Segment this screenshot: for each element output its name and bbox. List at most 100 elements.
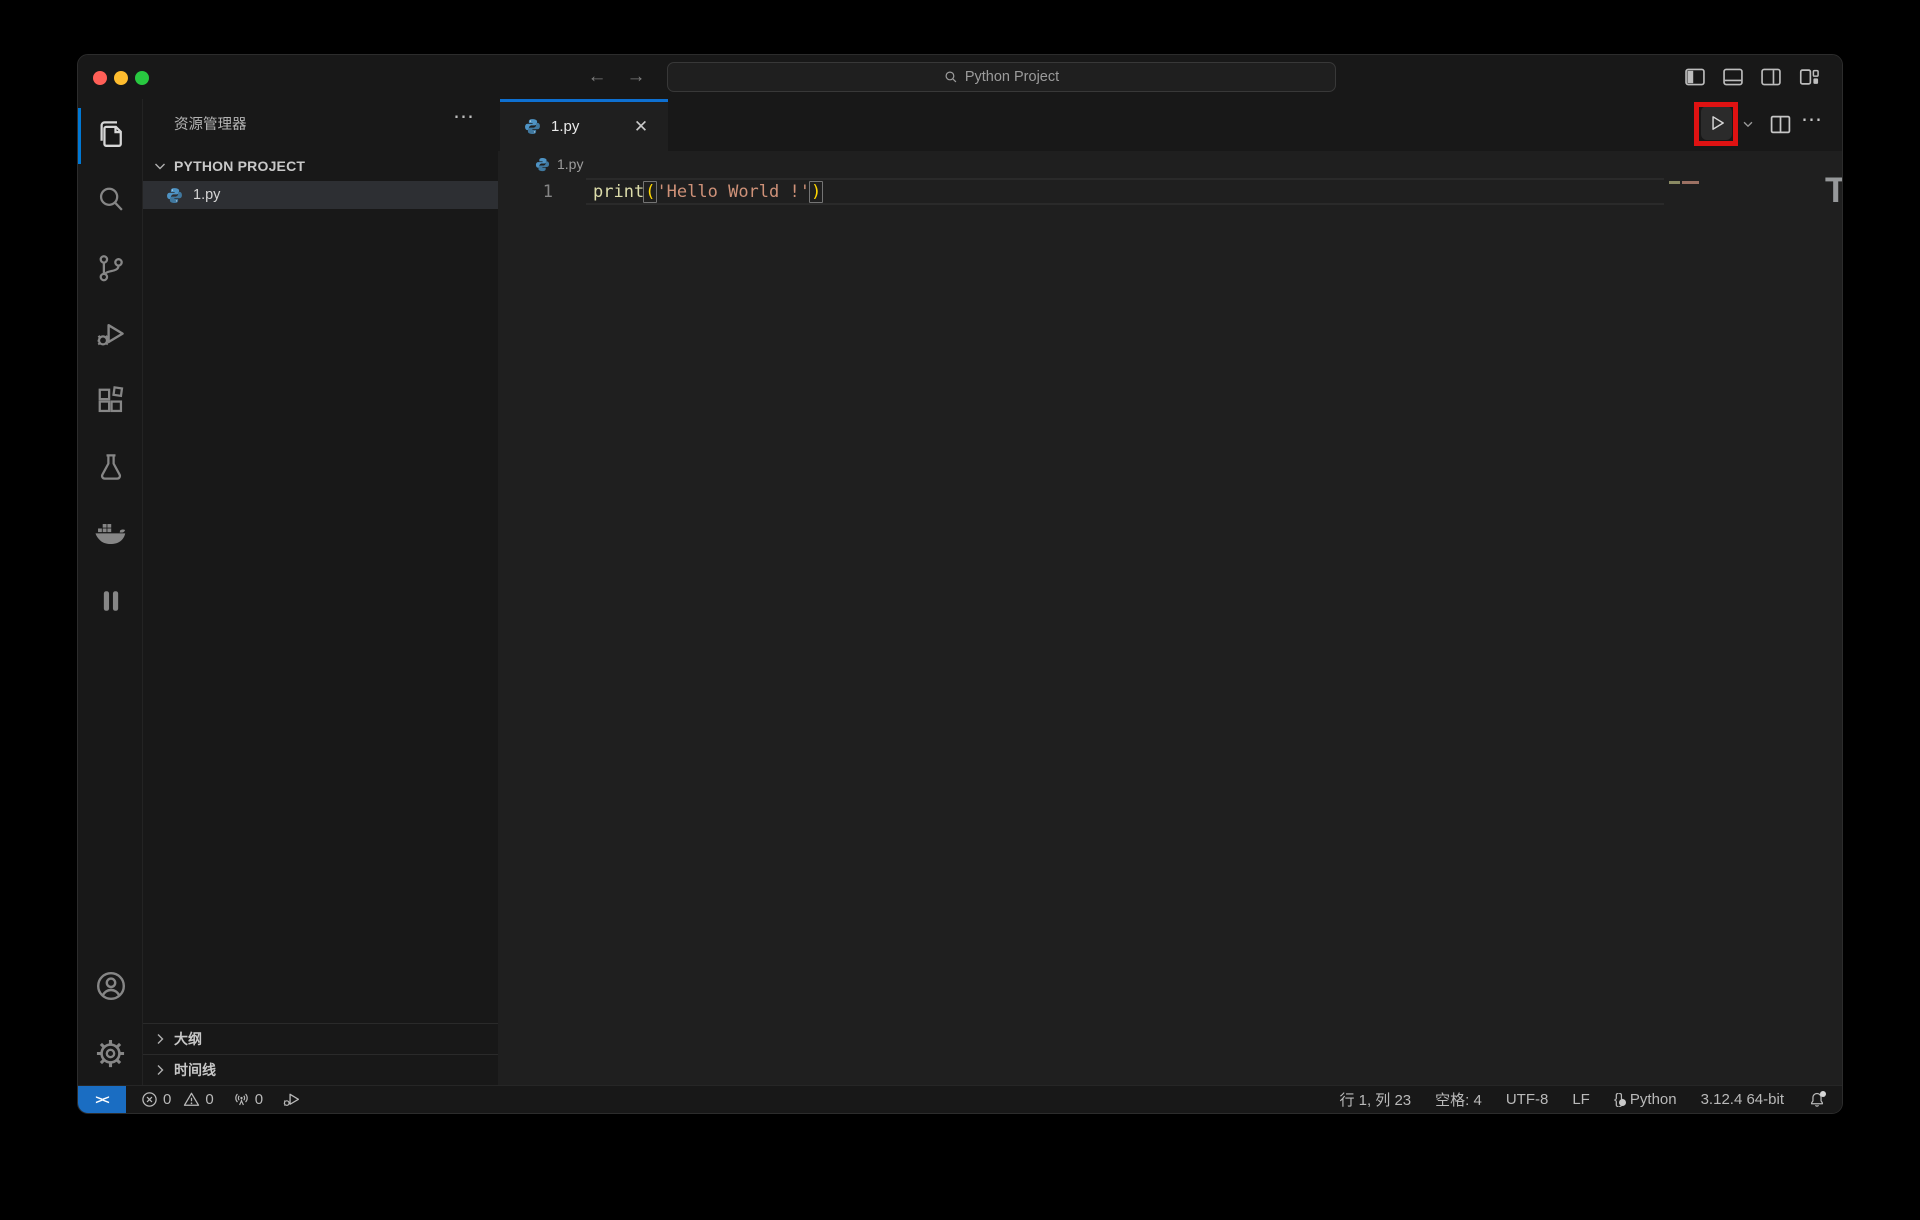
sidebar-item-source-control[interactable] [78,244,143,292]
account-icon [95,970,127,1002]
breadcrumb[interactable]: 1.py [498,151,1842,177]
code-editor[interactable]: 1 print('Hello World !') T [498,177,1842,1085]
pause-icon [98,588,124,614]
debug-indicator[interactable] [282,1090,301,1109]
minimap-code-segment [1682,181,1699,184]
search-icon [96,184,126,214]
indentation-status[interactable]: 空格: 4 [1435,1089,1482,1110]
code-text: print('Hello World !') [593,182,822,202]
tab-1py[interactable]: 1.py ✕ [500,99,668,151]
sidebar-more-actions-icon[interactable]: ⋯ [453,104,476,129]
warning-count: 0 [205,1091,213,1108]
line-number: 1 [498,182,593,202]
chevron-right-icon [152,1062,168,1078]
sidebar-item-explorer[interactable] [78,110,143,158]
cursor-overlay-letter: T [1825,171,1843,211]
debug-alt-icon [282,1090,301,1109]
tab-bar: 1.py ✕ ⋯ [498,99,1842,151]
toggle-secondary-sidebar-icon[interactable] [1760,66,1782,88]
eol-status[interactable]: LF [1572,1091,1590,1108]
timeline-pane-header[interactable]: 时间线 [143,1054,498,1085]
beaker-icon [96,452,126,482]
command-center-search[interactable]: Python Project [667,62,1336,92]
project-section-header[interactable]: PYTHON PROJECT [143,151,498,180]
outline-pane-label: 大纲 [174,1029,202,1049]
run-dropdown-chevron-icon[interactable] [1741,117,1755,131]
sidebar-bottom-panes: 大纲 时间线 [143,1023,498,1085]
python-interpreter-status[interactable]: 3.12.4 64-bit [1701,1091,1784,1108]
code-line-1: 1 print('Hello World !') [498,178,1842,205]
tab-close-icon[interactable]: ✕ [630,116,652,138]
explorer-sidebar: 资源管理器 ⋯ PYTHON PROJECT 1.py 大纲 [143,99,498,1085]
status-left: 0 0 0 [141,1090,301,1109]
file-tree-item-label: 1.py [193,187,220,203]
split-editor-icon[interactable] [1769,113,1792,136]
chevron-down-icon [152,158,168,174]
status-right: 行 1, 列 23 空格: 4 UTF-8 LF {} Python 3.12.… [1339,1089,1826,1110]
project-section-label: PYTHON PROJECT [174,158,305,174]
remote-indicator[interactable]: >< [78,1086,126,1114]
docker-icon [94,517,128,551]
notifications-bell[interactable] [1808,1091,1826,1109]
language-status-dot [1619,1099,1626,1106]
run-python-file-button[interactable] [1701,106,1732,140]
settings-button[interactable] [78,1029,143,1077]
run-debug-icon [95,318,127,350]
minimize-window-button[interactable] [114,71,128,85]
customize-layout-icon[interactable] [1798,66,1820,88]
warning-icon [183,1091,200,1108]
zoom-window-button[interactable] [135,71,149,85]
broadcast-icon [233,1091,250,1108]
notification-dot [1820,1091,1826,1097]
activity-bar [78,99,143,1085]
file-tree-item-selected[interactable]: 1.py [143,181,498,209]
sidebar-item-search[interactable] [78,175,143,223]
sidebar-item-extensions[interactable] [78,377,143,425]
language-mode-status[interactable]: {} Python [1614,1091,1677,1108]
outline-pane-header[interactable]: 大纲 [143,1023,498,1054]
cursor-position-status[interactable]: 行 1, 列 23 [1339,1089,1411,1110]
language-label: Python [1630,1091,1677,1108]
minimap-code-segment [1669,181,1680,184]
sidebar-item-run-debug[interactable] [78,310,143,358]
status-bar: >< 0 0 [78,1085,1842,1113]
ports-count: 0 [255,1091,263,1108]
python-file-icon [524,118,541,135]
toggle-primary-sidebar-icon[interactable] [1684,66,1706,88]
gear-icon [95,1038,126,1069]
close-window-button[interactable] [93,71,107,85]
python-file-icon [535,157,550,172]
vscode-window: ← → Python Project [77,54,1843,1114]
encoding-status[interactable]: UTF-8 [1506,1091,1549,1108]
play-icon [1708,114,1726,132]
breadcrumb-file-label: 1.py [557,156,583,172]
title-bar: ← → Python Project [78,55,1842,99]
sidebar-item-docker[interactable] [78,510,143,558]
ports-indicator[interactable]: 0 [233,1091,263,1108]
editor-more-actions-icon[interactable]: ⋯ [1801,107,1824,132]
extensions-icon [96,386,126,416]
braces-icon: {} [1614,1091,1624,1108]
toggle-panel-icon[interactable] [1722,66,1744,88]
navigate-forward-icon[interactable]: → [625,66,647,88]
files-icon [96,119,126,149]
layout-controls [1684,66,1820,88]
search-icon [944,70,958,84]
timeline-pane-label: 时间线 [174,1060,216,1080]
sidebar-item-pause-extension[interactable] [78,577,143,625]
editor-group: 1.py ✕ ⋯ 1.py [498,99,1842,1085]
chevron-right-icon [152,1031,168,1047]
tab-label: 1.py [551,118,579,135]
error-count: 0 [163,1091,171,1108]
account-button[interactable] [78,962,143,1010]
sidebar-title: 资源管理器 [174,113,247,134]
remote-icon: >< [95,1092,108,1107]
navigate-back-icon[interactable]: ← [586,66,608,88]
source-control-icon [96,253,126,283]
sidebar-item-testing[interactable] [78,443,143,491]
python-file-icon [166,187,183,204]
command-center-label: Python Project [965,69,1059,85]
sidebar-header: 资源管理器 ⋯ [143,99,498,143]
problems-indicator[interactable]: 0 0 [141,1091,214,1108]
minimap[interactable] [1669,181,1699,184]
